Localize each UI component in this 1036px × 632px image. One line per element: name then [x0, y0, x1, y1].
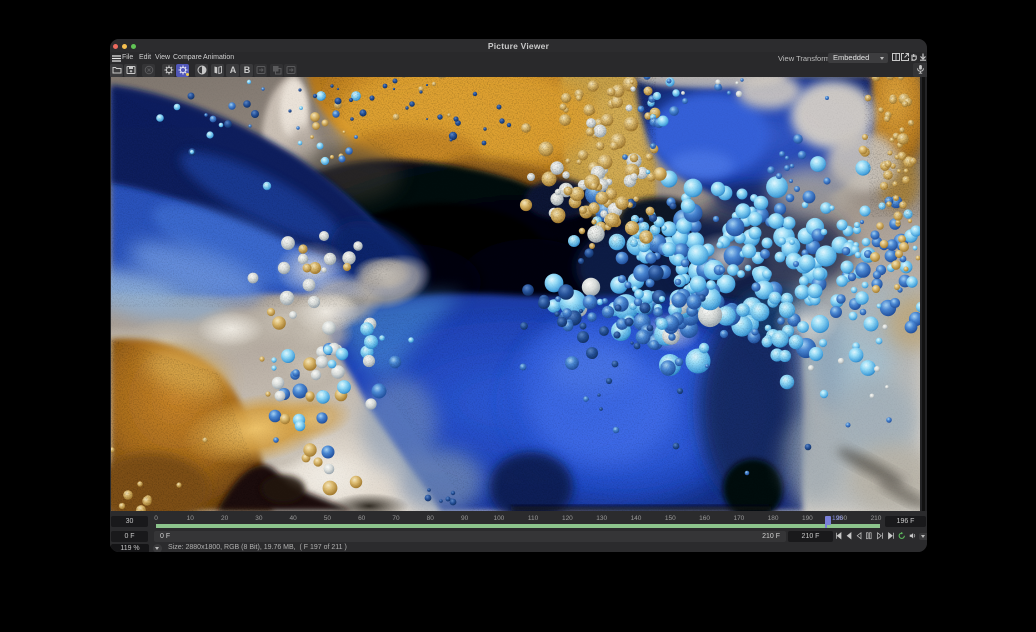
svg-text:A: A — [229, 65, 236, 75]
svg-text:B: B — [243, 65, 250, 75]
